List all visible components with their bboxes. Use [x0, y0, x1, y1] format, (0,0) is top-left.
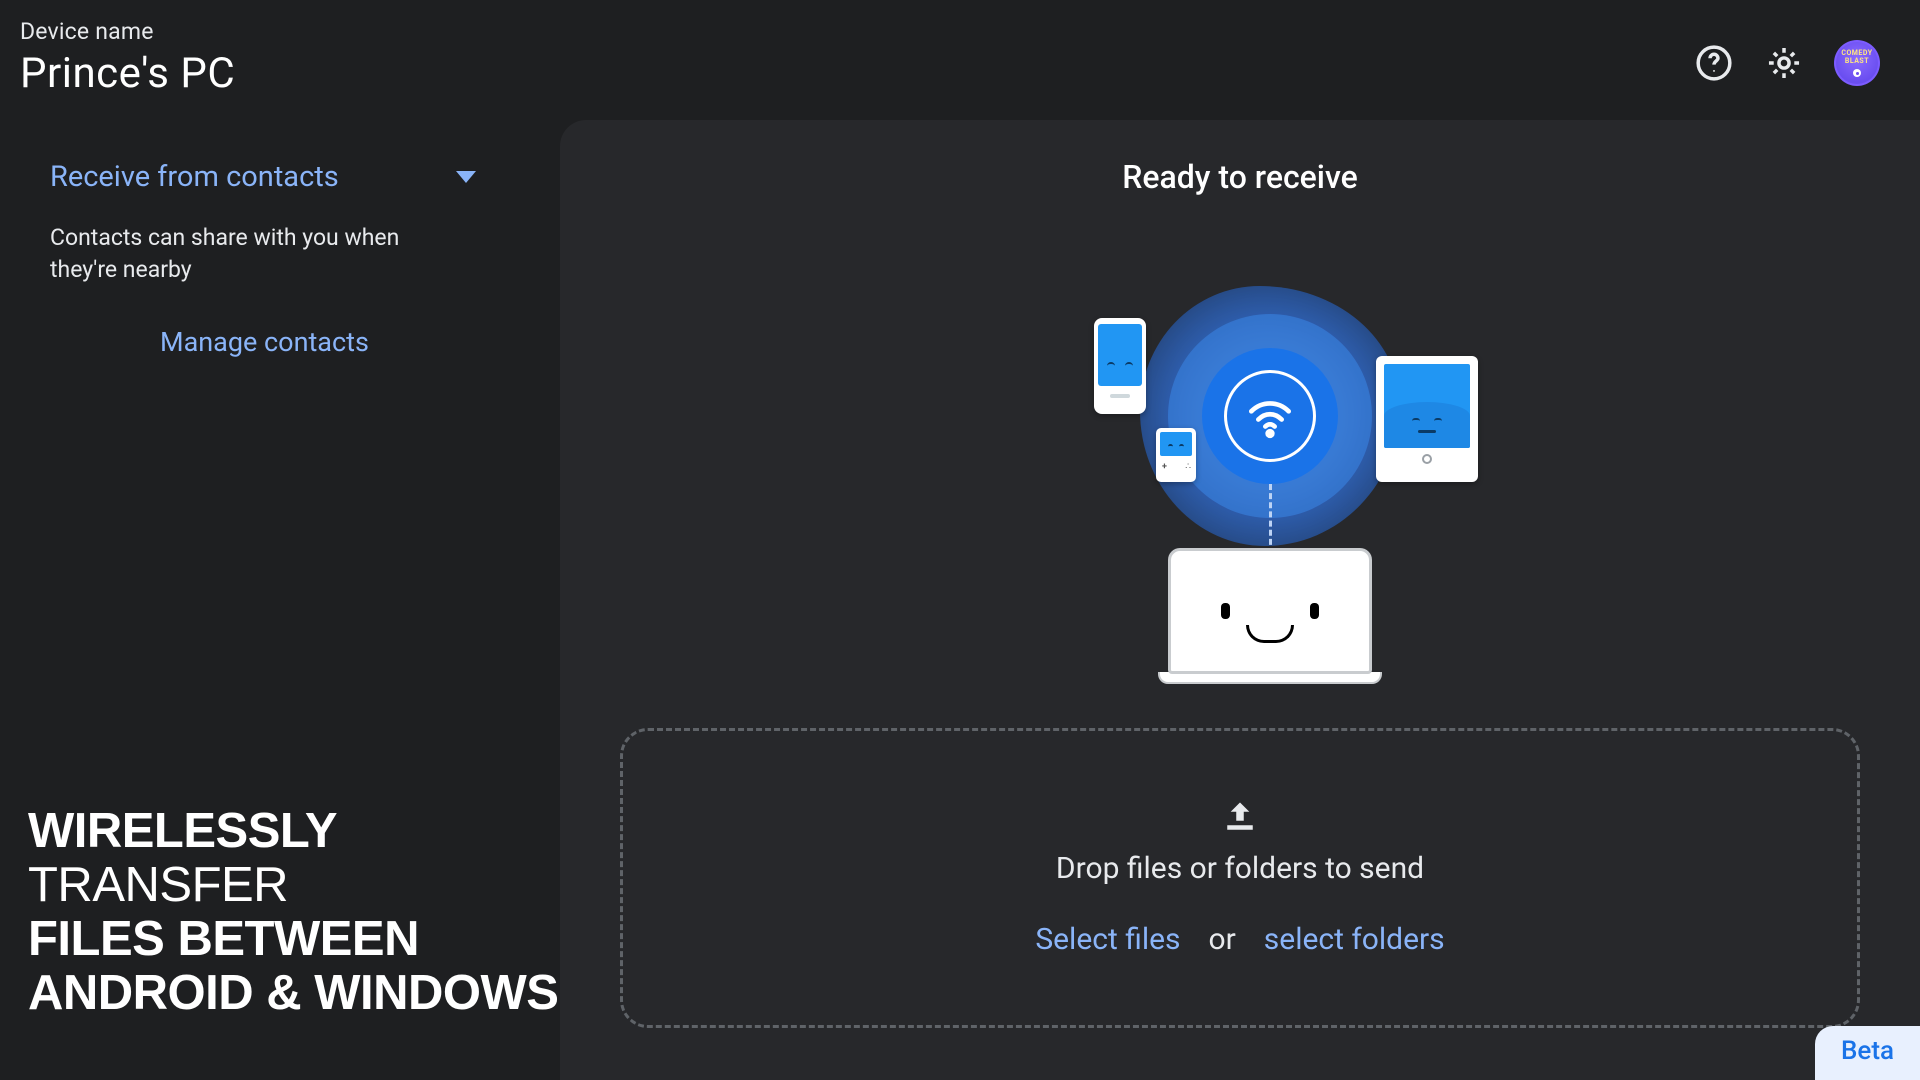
select-files-link[interactable]: Select files: [1035, 922, 1180, 957]
devices-illustration: +∴: [1040, 256, 1440, 656]
drop-zone-text: Drop files or folders to send: [1056, 851, 1424, 886]
promo-line-2: FILES BETWEEN: [28, 912, 560, 966]
header: Device name Prince's PC COMEDY BLAST: [0, 0, 1920, 120]
or-separator: or: [1209, 922, 1236, 957]
avatar-text-line2: BLAST: [1845, 57, 1869, 65]
visibility-dropdown[interactable]: Receive from contacts: [50, 160, 480, 194]
wifi-icon: [1202, 348, 1338, 484]
phone-device-icon: [1094, 318, 1146, 414]
help-icon[interactable]: [1694, 43, 1734, 83]
device-name-value: Prince's PC: [20, 49, 235, 98]
promo-overlay: WIRELESSLY TRANSFER FILES BETWEEN ANDROI…: [28, 804, 560, 1020]
file-drop-zone[interactable]: Drop files or folders to send Select fil…: [620, 728, 1860, 1028]
drop-zone-actions: Select files or select folders: [1035, 922, 1444, 957]
visibility-description: Contacts can share with you when they're…: [50, 222, 450, 286]
header-actions: COMEDY BLAST: [1694, 40, 1880, 86]
handheld-device-icon: +∴: [1156, 428, 1196, 482]
chevron-down-icon: [456, 171, 476, 183]
visibility-dropdown-label: Receive from contacts: [50, 160, 339, 194]
beta-badge: Beta: [1815, 1026, 1920, 1080]
device-name-block: Device name Prince's PC: [20, 18, 235, 98]
main-panel: Ready to receive +∴: [560, 120, 1920, 1080]
device-name-label: Device name: [20, 18, 235, 45]
sidebar: Receive from contacts Contacts can share…: [0, 120, 560, 1080]
select-folders-link[interactable]: select folders: [1264, 922, 1445, 957]
avatar-text-line1: COMEDY: [1841, 49, 1872, 57]
tablet-device-icon: [1376, 356, 1478, 482]
settings-icon[interactable]: [1764, 43, 1804, 83]
promo-line-3: ANDROID & WINDOWS: [28, 966, 560, 1020]
promo-line-1: WIRELESSLY TRANSFER: [28, 804, 560, 912]
account-avatar[interactable]: COMEDY BLAST: [1834, 40, 1880, 86]
upload-icon: [1222, 799, 1258, 839]
receive-status-title: Ready to receive: [560, 158, 1920, 196]
avatar-camera-icon: [1853, 69, 1861, 77]
manage-contacts-link[interactable]: Manage contacts: [160, 326, 369, 358]
laptop-device-icon: [1158, 548, 1382, 684]
